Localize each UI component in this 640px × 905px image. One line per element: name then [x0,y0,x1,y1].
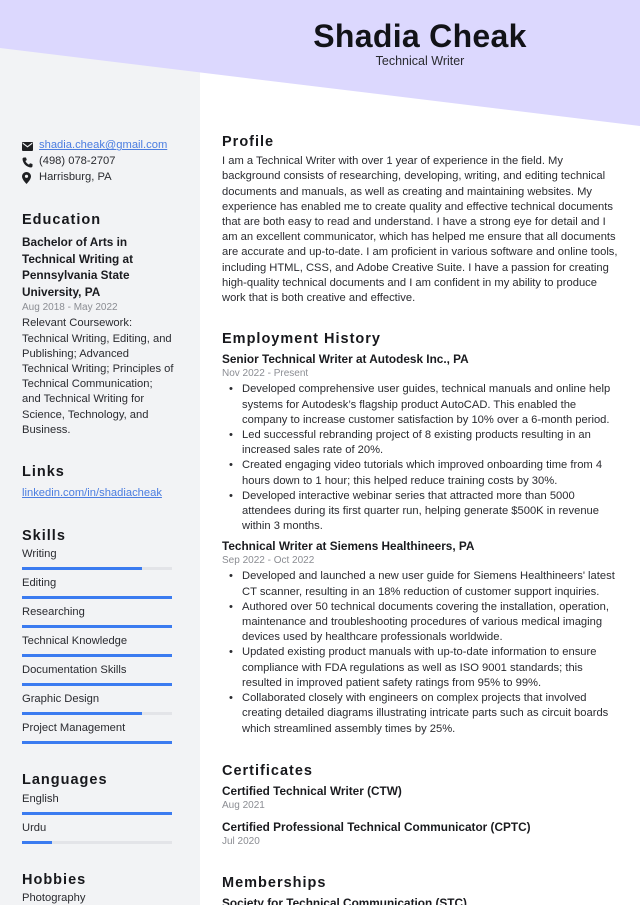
employment-section: Employment History Senior Technical Writ… [222,332,622,736]
education-date: Aug 2018 - May 2022 [22,302,118,314]
level-label: Graphic Design [22,693,100,706]
languages-list: English Urdu [22,792,174,850]
level-label: Editing [22,577,57,590]
level-bar-track [22,683,172,687]
level-bar-track [22,596,172,600]
job-title: Senior Technical Writer at Autodesk Inc.… [222,352,469,367]
languages-heading: Languages [22,772,108,789]
certificate-title: Certified Professional Technical Communi… [222,819,531,834]
skills-list: Writing Editing Researching Technical Knowl… [22,547,174,750]
level-item: Graphic Design [22,692,174,721]
candidate-role: Technical Writer [375,54,465,68]
linkedin-link[interactable]: linkedin.com/in/shadiacheak [22,487,162,499]
job-bullet: Led successful rebranding project of 8 e… [229,428,622,458]
memberships-section: Memberships Society for Technical Commun… [222,874,622,905]
contact-location: Harrisburg, PA [22,170,174,186]
contact-email: shadia.cheak@gmail.com [22,138,174,154]
job-bullet: Developed comprehensive user guides, tec… [229,382,622,428]
level-bar-fill [22,712,142,716]
certificates-heading: Certificates [222,762,313,779]
contact-phone: (498) 078-2707 [22,154,174,170]
skills-heading: Skills [22,527,66,544]
job-entry: Technical Writer at Siemens Healthineers… [222,538,622,736]
job-bullet: Authored over 50 technical documents cov… [229,600,622,646]
job-bullet: Updated existing product manuals with up… [229,645,622,691]
level-item: Project Management [22,721,174,750]
certificate-entry: Certified Technical Writer (CTW) Aug 202… [222,783,622,813]
job-date: Nov 2022 - Present [222,368,309,380]
level-label: English [22,792,59,805]
certificate-entry: Certified Professional Technical Communi… [222,819,622,849]
certificate-date: Jul 2020 [222,835,260,847]
level-item: Researching [22,605,174,634]
links-heading: Links [22,464,65,481]
job-entry: Senior Technical Writer at Autodesk Inc.… [222,351,622,534]
sidebar: shadia.cheak@gmail.com (498) 078-2707 Ha… [22,138,174,905]
job-bullet: Created engaging video tutorials which i… [229,458,622,488]
level-bar-track [22,625,172,629]
job-title: Technical Writer at Siemens Healthineers… [222,539,475,554]
level-bar-track [22,567,172,571]
profile-section: Profile I am a Technical Writer with ove… [222,134,622,306]
level-bar-fill [22,741,172,745]
level-label: Documentation Skills [22,664,127,677]
employment-heading: Employment History [222,331,381,348]
membership-title: Society for Technical Communication (STC… [222,896,467,905]
level-bar-fill [22,811,172,815]
main-content: Profile I am a Technical Writer with ove… [222,134,622,905]
level-label: Urdu [22,821,47,834]
certificates-section: Certificates Certified Technical Writer … [222,762,622,849]
envelope-icon [22,141,39,151]
hobby-item: Photography [22,892,86,905]
level-item: English [22,792,174,821]
level-bar-fill [22,654,172,658]
links-section: Links linkedin.com/in/shadiacheak [22,464,174,502]
level-bar-fill [22,567,142,571]
level-bar-fill [22,625,172,629]
phone-number: (498) 078-2707 [39,155,116,168]
phone-icon [22,157,39,168]
certificate-title: Certified Technical Writer (CTW) [222,783,402,798]
profile-text: I am a Technical Writer with over 1 year… [222,155,618,305]
level-item: Urdu [22,821,174,850]
level-bar-fill [22,683,172,687]
education-description: Relevant Coursework: Technical Writing, … [22,317,174,436]
candidate-name: Shadia Cheak [313,18,527,54]
job-date: Sep 2022 - Oct 2022 [222,555,315,567]
level-item: Technical Knowledge [22,634,174,663]
job-bullets: Developed comprehensive user guides, tec… [222,382,622,534]
education-heading: Education [22,212,102,228]
job-bullet: Collaborated closely with engineers on c… [229,691,622,737]
job-bullet: Developed and launched a new user guide … [229,569,622,599]
contact-section: shadia.cheak@gmail.com (498) 078-2707 Ha… [22,138,174,186]
job-bullet: Developed interactive webinar series tha… [229,489,622,535]
email-link[interactable]: shadia.cheak@gmail.com [39,138,167,153]
memberships-heading: Memberships [222,874,327,891]
location-text: Harrisburg, PA [39,171,112,184]
education-section: Education Bachelor of Arts in Technical … [22,212,174,438]
skills-section: Skills Writing Editing Researching Technica… [22,527,174,750]
level-bar-track [22,840,172,844]
level-item: Writing [22,547,174,576]
level-item: Editing [22,576,174,605]
job-bullets: Developed and launched a new user guide … [222,569,622,736]
level-label: Technical Knowledge [22,635,128,648]
level-bar-fill [22,840,52,844]
level-label: Writing [22,548,57,561]
hobbies-heading: Hobbies [22,871,87,888]
level-bar-track [22,712,172,716]
hobbies-section: Hobbies Photography [22,871,174,905]
profile-heading: Profile [222,134,275,150]
languages-section: Languages English Urdu [22,772,174,850]
level-item: Documentation Skills [22,663,174,692]
certificate-date: Aug 2021 [222,799,265,811]
level-bar-track [22,654,172,658]
level-label: Researching [22,606,85,619]
map-pin-icon [22,172,39,184]
level-bar-track [22,741,172,745]
level-bar-track [22,811,172,815]
level-bar-fill [22,596,172,600]
level-label: Project Management [22,722,126,735]
education-title: Bachelor of Arts in Technical Writing at… [22,235,133,299]
